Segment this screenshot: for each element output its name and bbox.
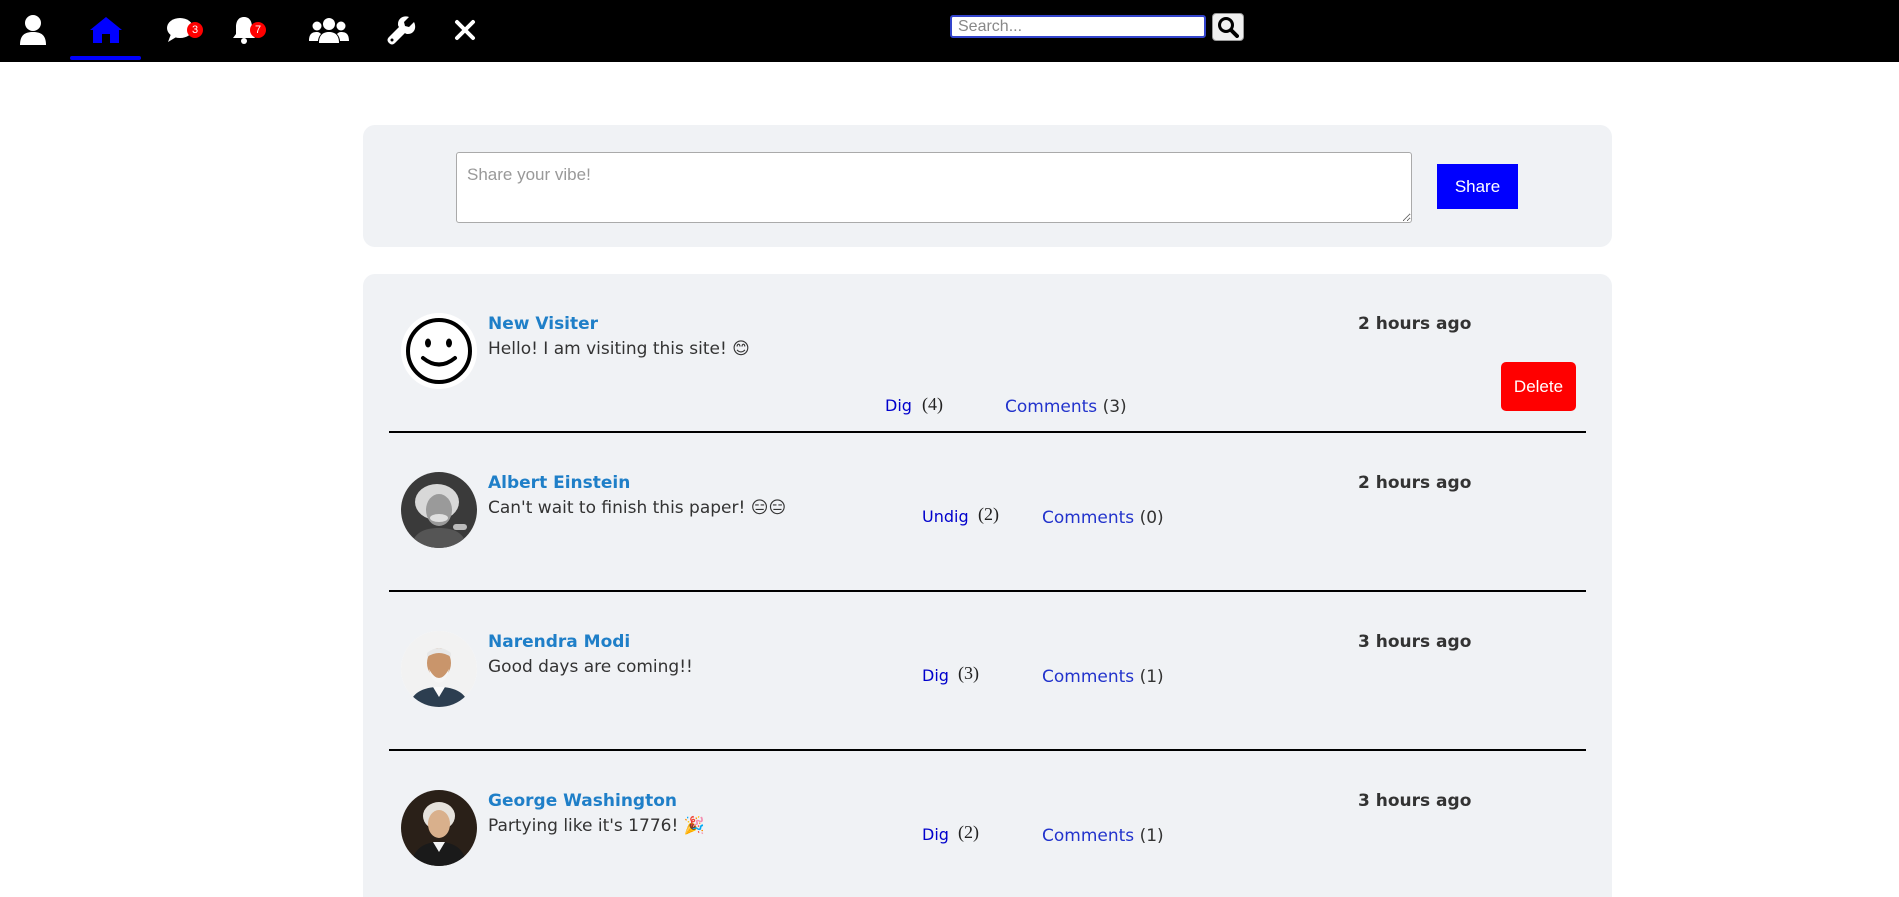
- comments-info: Comments (1): [1042, 667, 1164, 687]
- comments-link[interactable]: Comments: [1005, 397, 1097, 417]
- post-text: Hello! I am visiting this site! 😊: [488, 339, 750, 359]
- post-author[interactable]: New Visiter: [488, 314, 598, 334]
- comments-link[interactable]: Comments: [1042, 826, 1134, 846]
- search-icon: [1218, 17, 1239, 38]
- active-tab-indicator: [70, 56, 141, 60]
- comments-info: Comments (1): [1042, 826, 1164, 846]
- comments-count: (1): [1139, 826, 1164, 846]
- comments-link[interactable]: Comments: [1042, 508, 1134, 528]
- post-author[interactable]: Albert Einstein: [488, 473, 630, 493]
- einstein-photo[interactable]: [401, 472, 477, 548]
- search-button[interactable]: [1212, 13, 1244, 41]
- post: Albert Einstein Can't wait to finish thi…: [389, 433, 1586, 592]
- dig-link[interactable]: Dig: [885, 396, 912, 415]
- modi-photo[interactable]: [401, 631, 477, 707]
- share-composer: Share: [363, 125, 1612, 247]
- post-text: Can't wait to finish this paper! 😑😑: [488, 498, 787, 518]
- wrench-icon[interactable]: [386, 10, 418, 50]
- post-feed: New Visiter Hello! I am visiting this si…: [363, 274, 1612, 897]
- dig-link[interactable]: Dig: [922, 825, 949, 844]
- search-input[interactable]: [950, 15, 1206, 38]
- post-timestamp: 3 hours ago: [1358, 632, 1472, 652]
- post-text: Partying like it's 1776! 🎉: [488, 816, 705, 836]
- home-icon[interactable]: [86, 10, 126, 50]
- top-navbar: 3 7: [0, 0, 1899, 62]
- share-button[interactable]: Share: [1437, 164, 1518, 209]
- dig-count: (2): [978, 504, 999, 524]
- undig-link[interactable]: Undig: [922, 507, 969, 526]
- close-icon[interactable]: [452, 10, 478, 50]
- comments-link[interactable]: Comments: [1042, 667, 1134, 687]
- post-text: Good days are coming!!: [488, 657, 693, 677]
- share-textarea[interactable]: [456, 152, 1412, 223]
- notifications-badge: 7: [250, 22, 266, 38]
- post-timestamp: 3 hours ago: [1358, 791, 1472, 811]
- post: George Washington Partying like it's 177…: [389, 751, 1586, 897]
- dig-link[interactable]: Dig: [922, 666, 949, 685]
- delete-button[interactable]: Delete: [1501, 362, 1576, 411]
- comments-count: (1): [1139, 667, 1164, 687]
- comments-count: (0): [1139, 508, 1164, 528]
- smiley-avatar[interactable]: [401, 313, 477, 389]
- dig-count: (4): [922, 394, 943, 414]
- post-timestamp: 2 hours ago: [1358, 314, 1472, 334]
- washington-portrait[interactable]: [401, 790, 477, 866]
- post: New Visiter Hello! I am visiting this si…: [389, 274, 1586, 433]
- comments-count: (3): [1102, 397, 1127, 417]
- dig-count: (2): [958, 822, 979, 842]
- chat-badge: 3: [187, 22, 203, 38]
- comments-info: Comments (0): [1042, 508, 1164, 528]
- post-author[interactable]: Narendra Modi: [488, 632, 630, 652]
- comments-info: Comments (3): [1005, 397, 1127, 417]
- users-icon[interactable]: [309, 10, 349, 50]
- post: Narendra Modi Good days are coming!! 3 h…: [389, 592, 1586, 751]
- post-timestamp: 2 hours ago: [1358, 473, 1472, 493]
- dig-count: (3): [958, 663, 979, 683]
- user-icon[interactable]: [18, 10, 48, 50]
- post-author[interactable]: George Washington: [488, 791, 677, 811]
